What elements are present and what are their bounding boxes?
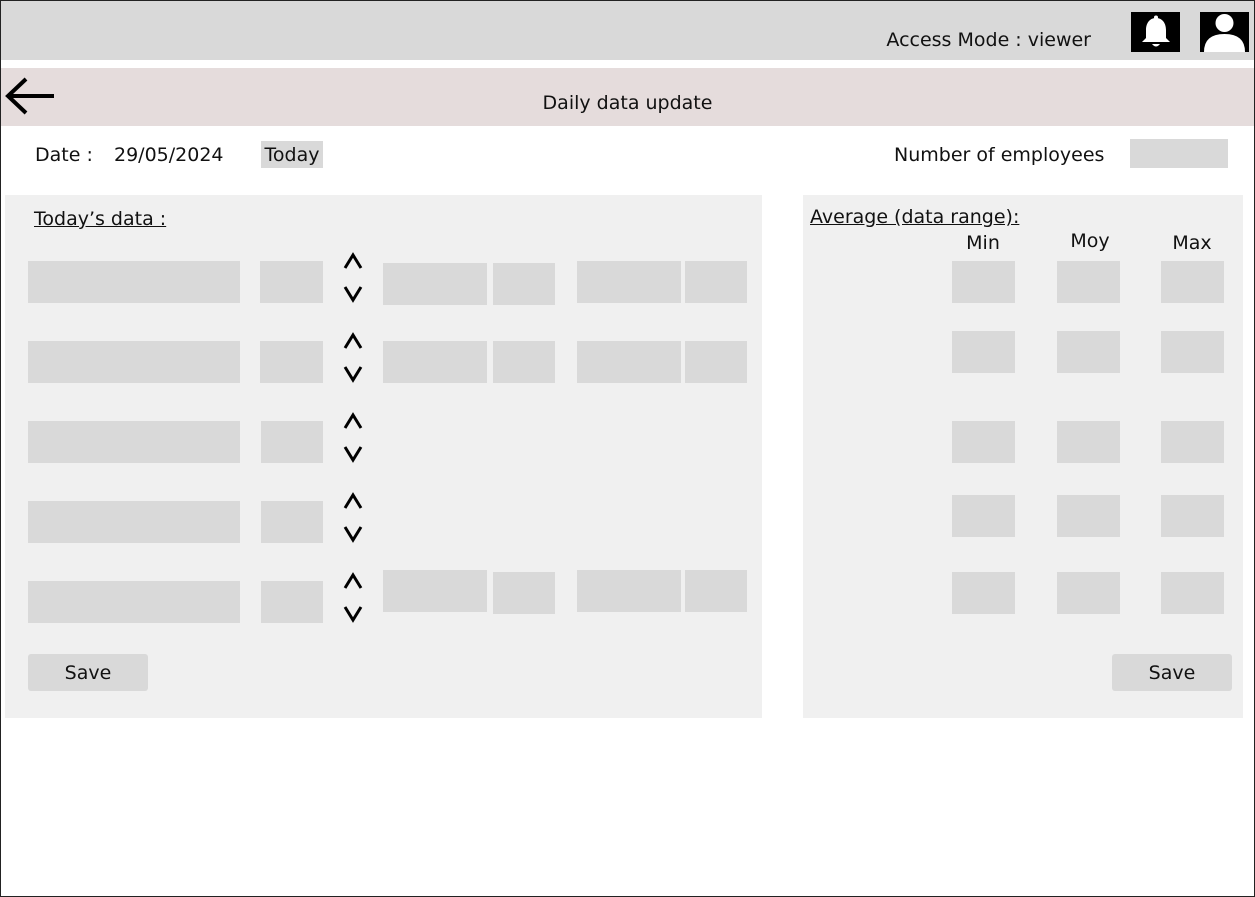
data-name-field[interactable] — [28, 501, 240, 543]
page-title: Daily data update — [542, 92, 713, 114]
data-extra-field[interactable] — [577, 261, 681, 303]
value-stepper[interactable] — [342, 490, 364, 548]
data-value-field[interactable] — [260, 341, 323, 383]
min-field[interactable] — [952, 261, 1015, 303]
data-extra-field[interactable] — [685, 341, 747, 383]
data-extra-field[interactable] — [383, 570, 487, 612]
today-data-title: Today’s data : — [34, 208, 167, 230]
save-average-button[interactable]: Save — [1112, 654, 1232, 691]
data-extra-field[interactable] — [577, 341, 681, 383]
max-field[interactable] — [1161, 331, 1224, 373]
save-today-button[interactable]: Save — [28, 654, 148, 691]
data-name-field[interactable] — [28, 341, 240, 383]
min-field[interactable] — [952, 495, 1015, 537]
data-extra-field[interactable] — [685, 570, 747, 612]
data-value-field[interactable] — [261, 501, 323, 543]
date-label: Date : — [35, 144, 93, 166]
user-icon[interactable] — [1200, 12, 1249, 52]
value-stepper[interactable] — [342, 570, 364, 628]
min-field[interactable] — [952, 331, 1015, 373]
moy-field[interactable] — [1057, 495, 1120, 537]
data-value-field[interactable] — [260, 261, 323, 303]
employees-field[interactable] — [1130, 139, 1228, 168]
data-value-field[interactable] — [261, 581, 323, 623]
value-stepper[interactable] — [342, 250, 364, 308]
data-name-field[interactable] — [28, 581, 240, 623]
bell-icon[interactable] — [1131, 12, 1180, 52]
data-extra-field[interactable] — [493, 572, 555, 614]
moy-field[interactable] — [1057, 572, 1120, 614]
max-field[interactable] — [1161, 495, 1224, 537]
data-extra-field[interactable] — [685, 261, 747, 303]
moy-field[interactable] — [1057, 261, 1120, 303]
access-mode-text: Access Mode : viewer — [886, 29, 1091, 51]
data-name-field[interactable] — [28, 421, 240, 463]
moy-field[interactable] — [1057, 421, 1120, 463]
min-field[interactable] — [952, 421, 1015, 463]
date-value[interactable]: 29/05/2024 — [114, 144, 224, 166]
min-field[interactable] — [952, 572, 1015, 614]
data-extra-field[interactable] — [493, 341, 555, 383]
column-max: Max — [1172, 232, 1212, 254]
employees-label: Number of employees — [894, 144, 1105, 166]
column-moy: Moy — [1070, 230, 1110, 252]
moy-field[interactable] — [1057, 331, 1120, 373]
max-field[interactable] — [1161, 421, 1224, 463]
data-value-field[interactable] — [261, 421, 323, 463]
data-extra-field[interactable] — [577, 570, 681, 612]
today-button[interactable]: Today — [261, 141, 323, 168]
max-field[interactable] — [1161, 261, 1224, 303]
data-extra-field[interactable] — [383, 263, 487, 305]
column-min: Min — [966, 232, 1000, 254]
data-name-field[interactable] — [28, 261, 240, 303]
value-stepper[interactable] — [342, 330, 364, 388]
data-extra-field[interactable] — [493, 263, 555, 305]
value-stepper[interactable] — [342, 410, 364, 468]
max-field[interactable] — [1161, 572, 1224, 614]
average-title: Average (data range): — [810, 206, 1020, 228]
data-extra-field[interactable] — [383, 341, 487, 383]
